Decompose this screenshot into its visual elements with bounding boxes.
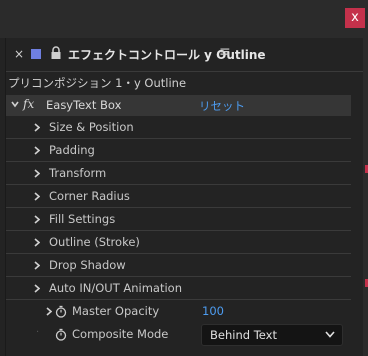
expand-arrow-icon[interactable] <box>34 238 40 247</box>
reset-link[interactable]: リセット <box>199 98 245 114</box>
group-label: Transform <box>49 166 107 180</box>
expand-arrow-icon[interactable] <box>46 307 52 316</box>
tab-label-color-swatch[interactable] <box>31 49 41 59</box>
group-label: Size & Position <box>49 120 134 134</box>
tab-title[interactable]: エフェクトコントロール y Outline <box>68 46 266 63</box>
window-close-button[interactable]: x <box>345 8 365 28</box>
property-composite-mode: · Composite Mode Behind Text <box>6 323 351 346</box>
panel-tab-bar: × エフェクトコントロール y Outline ≡ <box>6 38 365 72</box>
lock-icon[interactable] <box>50 46 62 60</box>
window-right-edge <box>363 38 368 356</box>
expand-arrow-icon[interactable] <box>34 123 40 132</box>
composite-mode-dropdown[interactable]: Behind Text <box>201 324 343 346</box>
tree-connector: · <box>36 327 40 338</box>
group-label: Padding <box>49 143 95 157</box>
group-corner-radius[interactable]: Corner Radius <box>6 185 351 208</box>
effect-controls-panel: × エフェクトコントロール y Outline ≡ プリコンポジション 1・y … <box>5 38 365 356</box>
stopwatch-icon[interactable] <box>55 328 67 341</box>
expand-arrow-icon[interactable] <box>34 284 40 293</box>
group-transform[interactable]: Transform <box>6 162 351 185</box>
master-opacity-value[interactable]: 100 <box>202 304 224 318</box>
group-label: Outline (Stroke) <box>49 235 140 249</box>
expand-arrow-icon[interactable] <box>34 192 40 201</box>
group-label: Corner Radius <box>49 189 130 203</box>
group-fill-settings[interactable]: Fill Settings <box>6 208 351 231</box>
stopwatch-icon[interactable] <box>55 305 67 318</box>
group-label: Fill Settings <box>49 212 116 226</box>
effect-controls-window: x × エフェクトコントロール y Outline ≡ プリコンポジション 1・… <box>0 0 368 356</box>
fx-toggle-icon[interactable]: fx <box>23 97 34 111</box>
breadcrumb: プリコンポジション 1・y Outline <box>8 76 187 90</box>
group-padding[interactable]: Padding <box>6 139 351 162</box>
tab-close-icon[interactable]: × <box>14 47 24 61</box>
group-size-position[interactable]: Size & Position <box>6 116 351 139</box>
window-titlebar[interactable]: x <box>0 0 368 38</box>
collapse-arrow-icon[interactable] <box>11 100 19 108</box>
group-label: Drop Shadow <box>49 258 126 272</box>
group-outline-stroke[interactable]: Outline (Stroke) <box>6 231 351 254</box>
property-master-opacity: Master Opacity 100 <box>6 300 351 322</box>
group-drop-shadow[interactable]: Drop Shadow <box>6 254 351 277</box>
effect-header-row[interactable]: fx EasyText Box リセット <box>6 95 351 116</box>
expand-arrow-icon[interactable] <box>34 215 40 224</box>
chevron-down-icon <box>325 331 335 338</box>
panel-menu-icon[interactable]: ≡ <box>219 44 231 60</box>
dropdown-selected-value: Behind Text <box>210 328 277 342</box>
expand-arrow-icon[interactable] <box>34 146 40 155</box>
property-label: Master Opacity <box>72 304 160 318</box>
group-auto-in-out-animation[interactable]: Auto IN/OUT Animation <box>6 277 351 300</box>
expand-arrow-icon[interactable] <box>34 169 40 178</box>
group-label: Auto IN/OUT Animation <box>49 281 183 295</box>
effect-name: EasyText Box <box>46 98 122 112</box>
expand-arrow-icon[interactable] <box>34 261 40 270</box>
property-label: Composite Mode <box>72 327 169 341</box>
